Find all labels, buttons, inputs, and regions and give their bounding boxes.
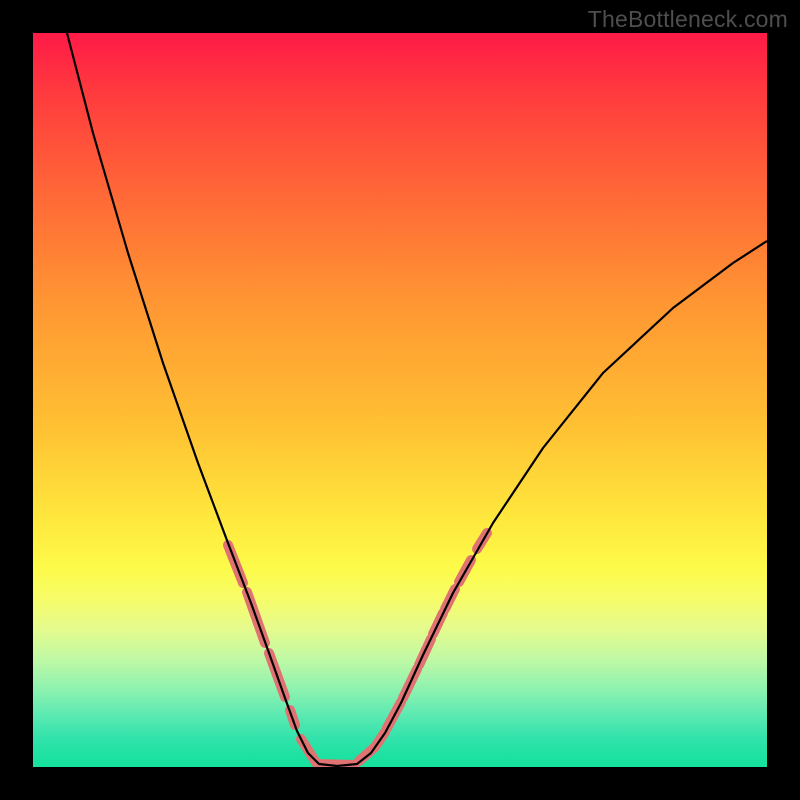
plot-area [33, 33, 767, 767]
watermark-text: TheBottleneck.com [588, 6, 788, 33]
curve-svg [33, 33, 767, 767]
main-curve [67, 33, 767, 766]
chart-frame: TheBottleneck.com [0, 0, 800, 800]
